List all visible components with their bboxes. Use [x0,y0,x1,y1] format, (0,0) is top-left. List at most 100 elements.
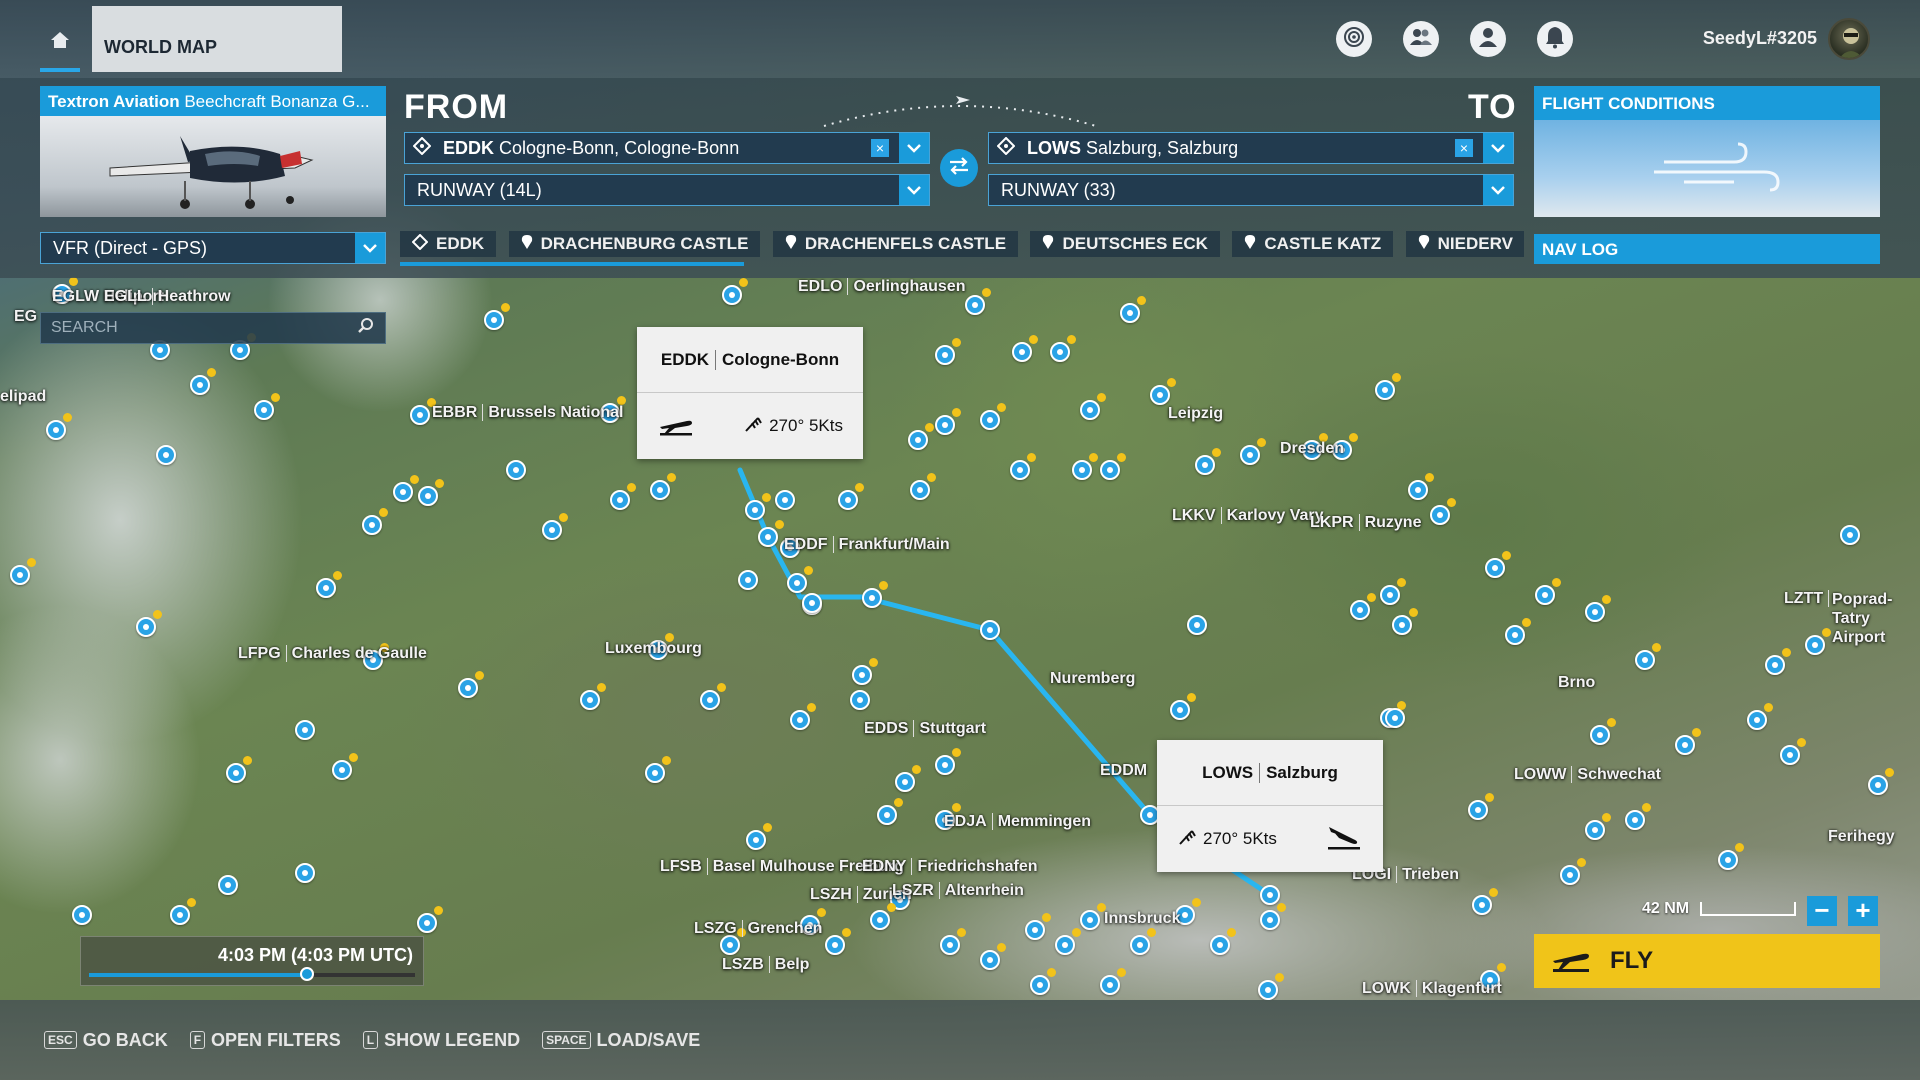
username[interactable]: SeedyL#3205 [1703,28,1817,49]
airport-marker[interactable] [542,513,568,540]
airport-marker[interactable] [1375,373,1401,400]
airport-marker[interactable] [700,683,726,710]
airport-marker[interactable] [1635,643,1661,670]
airport-marker[interactable] [226,756,252,783]
airport-marker[interactable] [580,683,606,710]
airport-marker[interactable] [1055,928,1081,955]
airport-marker[interactable] [1385,708,1405,728]
waypoint-item[interactable]: EDDK [400,231,497,257]
airport-marker[interactable] [1747,703,1773,730]
airport-marker[interactable] [1100,453,1126,480]
airport-marker[interactable] [254,393,280,420]
fly-button[interactable]: FLY [1534,934,1880,988]
airport-marker[interactable] [417,906,443,933]
airport-marker[interactable] [1050,335,1076,362]
airport-marker[interactable] [1585,813,1611,840]
airport-marker[interactable] [908,423,934,450]
profile-button[interactable] [1470,21,1506,57]
airport-marker[interactable] [852,658,878,685]
airport-marker[interactable] [190,368,216,395]
airport-marker[interactable] [1472,888,1498,915]
airport-marker[interactable] [1030,968,1056,995]
chevron-down-icon[interactable] [899,175,929,205]
airport-marker[interactable] [362,508,388,535]
airport-marker[interactable] [720,928,746,955]
airport-marker[interactable] [316,571,342,598]
clear-arrival-button[interactable]: × [1455,139,1473,157]
airport-marker[interactable] [645,756,671,783]
airport-marker[interactable] [1380,578,1406,605]
airport-marker[interactable] [870,903,896,930]
departure-runway-select[interactable]: RUNWAY (14L) [404,174,930,206]
zoom-in-button[interactable]: + [1848,896,1878,926]
chevron-down-icon[interactable] [1483,175,1513,205]
chevron-down-icon[interactable] [1483,133,1513,163]
airport-marker[interactable] [1010,453,1036,480]
route-waypoint-marker[interactable] [1260,885,1280,905]
airport-marker[interactable] [1080,393,1106,420]
airport-marker[interactable] [72,905,92,925]
clear-departure-button[interactable]: × [871,139,889,157]
airport-marker[interactable] [787,566,813,593]
airport-marker[interactable] [46,413,72,440]
airport-marker[interactable] [746,823,772,850]
airport-marker[interactable] [1430,498,1456,525]
waypoint-item[interactable]: NIEDERV [1405,231,1524,257]
tab-world-map[interactable]: WORLD MAP [92,6,342,72]
flight-conditions-card[interactable]: FLIGHT CONDITIONS [1534,86,1880,217]
airport-marker[interactable] [935,408,961,435]
airport-marker[interactable] [1130,928,1156,955]
airport-marker[interactable] [295,863,315,883]
airport-marker[interactable] [1780,738,1806,765]
airport-marker[interactable] [738,570,758,590]
flight-plan-type-select[interactable]: VFR (Direct - GPS) [40,232,386,264]
search-icon[interactable] [357,317,375,340]
arrival-airport-card[interactable]: LOWS Salzburg 270° 5Kts [1157,740,1383,872]
activity-button[interactable] [1336,21,1372,57]
airport-marker[interactable] [1195,448,1221,475]
airport-marker[interactable] [1868,768,1894,795]
show-legend-hint[interactable]: L SHOW LEGEND [362,1030,520,1051]
airport-marker[interactable] [1240,438,1266,465]
departure-airport-select[interactable]: EDDK Cologne-Bonn, Cologne-Bonn × [404,132,930,164]
airport-marker[interactable] [10,558,36,585]
go-back-hint[interactable]: ESC GO BACK [44,1030,168,1051]
airport-marker[interactable] [1840,525,1860,545]
airport-marker[interactable] [1150,378,1176,405]
home-button[interactable] [40,30,80,72]
chevron-down-icon[interactable] [355,233,385,263]
airport-marker[interactable] [980,943,1006,970]
airport-marker[interactable] [1468,793,1494,820]
airport-marker[interactable] [650,473,676,500]
airport-marker[interactable] [935,748,961,775]
airport-marker[interactable] [910,473,936,500]
airport-marker[interactable] [745,493,771,520]
airport-marker[interactable] [825,928,851,955]
airport-marker[interactable] [1025,913,1051,940]
airport-marker[interactable] [1170,693,1196,720]
airport-marker[interactable] [418,479,444,506]
waypoint-scrollbar[interactable] [400,262,744,266]
airport-marker[interactable] [218,875,238,895]
airport-marker[interactable] [458,671,484,698]
airport-marker[interactable] [484,303,510,330]
time-slider[interactable] [89,967,415,981]
airport-marker[interactable] [393,475,419,502]
nav-log-button[interactable]: NAV LOG [1534,234,1880,264]
airport-marker[interactable] [965,288,991,315]
airport-marker[interactable] [332,753,358,780]
airport-marker[interactable] [610,483,636,510]
airport-marker[interactable] [1585,595,1611,622]
airport-marker[interactable] [980,403,1006,430]
airport-marker[interactable] [1535,578,1561,605]
airport-marker[interactable] [935,338,961,365]
airport-marker[interactable] [895,765,921,792]
airport-marker[interactable] [410,398,436,425]
airport-marker[interactable] [1805,628,1831,655]
waypoint-item[interactable]: DEUTSCHES ECK [1030,231,1220,257]
arrival-runway-select[interactable]: RUNWAY (33) [988,174,1514,206]
arrival-airport-select[interactable]: LOWS Salzburg, Salzburg × [988,132,1514,164]
airport-marker[interactable] [1675,728,1701,755]
zoom-out-button[interactable]: − [1807,896,1837,926]
airport-marker[interactable] [156,445,176,465]
